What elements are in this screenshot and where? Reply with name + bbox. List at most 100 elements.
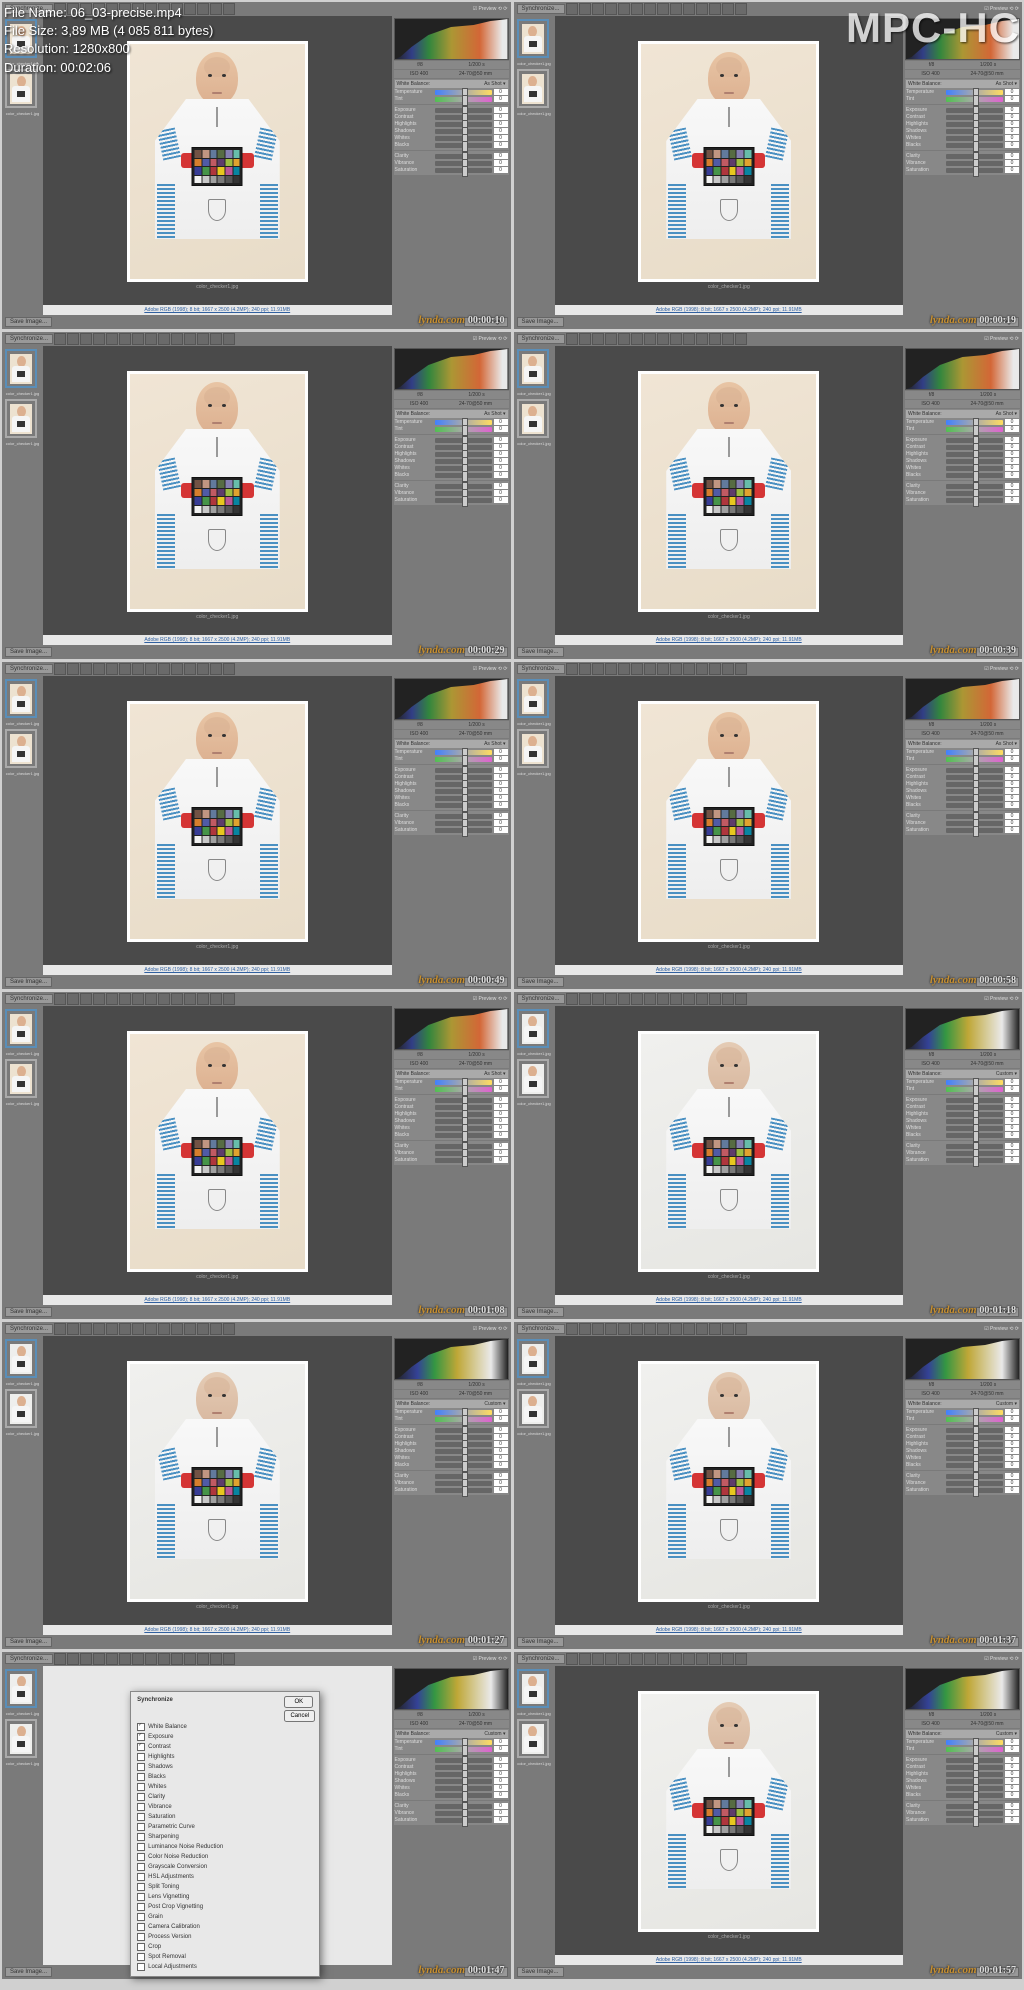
white-balance-dropdown[interactable]: White Balance:Custom ▾ — [906, 1070, 1019, 1078]
tool-button[interactable] — [644, 1323, 656, 1335]
dialog-option[interactable]: Saturation — [135, 1812, 315, 1822]
slider-blacks[interactable] — [435, 803, 492, 808]
tool-button[interactable] — [210, 1653, 222, 1665]
canvas[interactable]: color_checker1.jpgAdobe RGB (1998); 8 bi… — [43, 676, 392, 975]
tool-button[interactable] — [184, 993, 196, 1005]
save-image-button[interactable]: Save Image... — [5, 977, 52, 987]
preview-photo[interactable] — [641, 1364, 816, 1599]
slider-blacks[interactable] — [435, 473, 492, 478]
tool-button[interactable] — [80, 663, 92, 675]
tool-button[interactable] — [566, 993, 578, 1005]
tool-button[interactable] — [579, 1323, 591, 1335]
dialog-option[interactable]: Crop — [135, 1942, 315, 1952]
tool-button[interactable] — [54, 333, 66, 345]
tool-button[interactable] — [210, 993, 222, 1005]
tool-button[interactable] — [696, 1653, 708, 1665]
sync-button[interactable]: Synchronize... — [5, 664, 53, 674]
workflow-link[interactable]: Adobe RGB (1998); 8 bit; 1667 x 2500 (4.… — [555, 305, 904, 315]
tool-button[interactable] — [67, 1323, 79, 1335]
white-balance-dropdown[interactable]: White Balance:As Shot ▾ — [395, 410, 508, 418]
dialog-option[interactable]: White Balance — [135, 1722, 315, 1732]
tool-button[interactable] — [618, 993, 630, 1005]
slider-blacks[interactable] — [435, 1463, 492, 1468]
slider-tint[interactable] — [946, 1087, 1003, 1092]
workflow-link[interactable]: Adobe RGB (1998); 8 bit; 1667 x 2500 (4.… — [43, 965, 392, 975]
tool-button[interactable] — [592, 1653, 604, 1665]
tool-button[interactable] — [722, 663, 734, 675]
dialog-option[interactable]: HSL Adjustments — [135, 1872, 315, 1882]
slider-tint[interactable] — [435, 1087, 492, 1092]
tool-button[interactable] — [223, 663, 235, 675]
tool-button[interactable] — [119, 663, 131, 675]
save-image-button[interactable]: Save Image... — [517, 317, 564, 327]
slider-blacks[interactable] — [435, 1793, 492, 1798]
tool-button[interactable] — [93, 663, 105, 675]
canvas[interactable]: color_checker1.jpgAdobe RGB (1998); 8 bi… — [555, 346, 904, 645]
tool-button[interactable] — [145, 663, 157, 675]
slider-tint[interactable] — [435, 1747, 492, 1752]
filmstrip-thumb[interactable] — [517, 349, 549, 388]
tool-button[interactable] — [184, 663, 196, 675]
dialog-option[interactable]: Contrast — [135, 1742, 315, 1752]
save-image-button[interactable]: Save Image... — [5, 1967, 52, 1977]
filmstrip-thumb[interactable] — [5, 1389, 37, 1428]
tool-button[interactable] — [579, 1653, 591, 1665]
dialog-option[interactable]: Sharpening — [135, 1832, 315, 1842]
workflow-link[interactable]: Adobe RGB (1998); 8 bit; 1667 x 2500 (4.… — [555, 1295, 904, 1305]
preview-photo[interactable] — [641, 704, 816, 939]
tool-button[interactable] — [579, 333, 591, 345]
tool-button[interactable] — [158, 663, 170, 675]
tool-button[interactable] — [631, 333, 643, 345]
save-image-button[interactable]: Save Image... — [517, 647, 564, 657]
tool-button[interactable] — [145, 333, 157, 345]
tool-button[interactable] — [106, 1653, 118, 1665]
tool-button[interactable] — [683, 1653, 695, 1665]
tool-button[interactable] — [618, 1323, 630, 1335]
tool-button[interactable] — [722, 1323, 734, 1335]
canvas[interactable]: SynchronizeOKCancelWhite BalanceExposure… — [43, 1666, 392, 1965]
tool-button[interactable] — [197, 663, 209, 675]
sync-button[interactable]: Synchronize... — [5, 1324, 53, 1334]
tool-button[interactable] — [106, 333, 118, 345]
tool-button[interactable] — [93, 1323, 105, 1335]
preview-photo[interactable] — [641, 1694, 816, 1929]
save-image-button[interactable]: Save Image... — [517, 977, 564, 987]
tool-button[interactable] — [184, 1653, 196, 1665]
tool-button[interactable] — [592, 333, 604, 345]
tool-button[interactable] — [709, 333, 721, 345]
tool-button[interactable] — [670, 993, 682, 1005]
workflow-link[interactable]: Adobe RGB (1998); 8 bit; 1667 x 2500 (4.… — [43, 1625, 392, 1635]
preview-photo[interactable] — [130, 704, 305, 939]
slider-saturation[interactable] — [435, 498, 492, 503]
tool-button[interactable] — [132, 993, 144, 1005]
filmstrip-thumb[interactable] — [517, 1389, 549, 1428]
tool-button[interactable] — [618, 663, 630, 675]
dialog-option[interactable]: Local Adjustments — [135, 1962, 315, 1972]
canvas[interactable]: color_checker1.jpgAdobe RGB (1998); 8 bi… — [555, 1006, 904, 1305]
tool-button[interactable] — [592, 1323, 604, 1335]
tool-button[interactable] — [722, 993, 734, 1005]
dialog-option[interactable]: Vibrance — [135, 1802, 315, 1812]
tool-button[interactable] — [80, 993, 92, 1005]
tool-button[interactable] — [722, 333, 734, 345]
tool-button[interactable] — [54, 993, 66, 1005]
canvas[interactable]: color_checker1.jpgAdobe RGB (1998); 8 bi… — [555, 676, 904, 975]
filmstrip-thumb[interactable] — [517, 1009, 549, 1048]
tool-button[interactable] — [197, 1323, 209, 1335]
tool-button[interactable] — [735, 663, 747, 675]
tool-button[interactable] — [171, 1653, 183, 1665]
tool-button[interactable] — [644, 993, 656, 1005]
dialog-cancel-button[interactable]: Cancel — [284, 1710, 315, 1722]
dialog-option[interactable]: Grayscale Conversion — [135, 1862, 315, 1872]
tool-button[interactable] — [709, 1323, 721, 1335]
preview-photo[interactable] — [130, 44, 305, 279]
tool-button[interactable] — [158, 1653, 170, 1665]
tool-button[interactable] — [722, 1653, 734, 1665]
dialog-option[interactable]: Grain — [135, 1912, 315, 1922]
tool-button[interactable] — [132, 663, 144, 675]
dialog-option[interactable]: Camera Calibration — [135, 1922, 315, 1932]
tool-button[interactable] — [197, 333, 209, 345]
tool-button[interactable] — [670, 1653, 682, 1665]
preview-photo[interactable] — [641, 374, 816, 609]
slider-saturation[interactable] — [435, 1488, 492, 1493]
